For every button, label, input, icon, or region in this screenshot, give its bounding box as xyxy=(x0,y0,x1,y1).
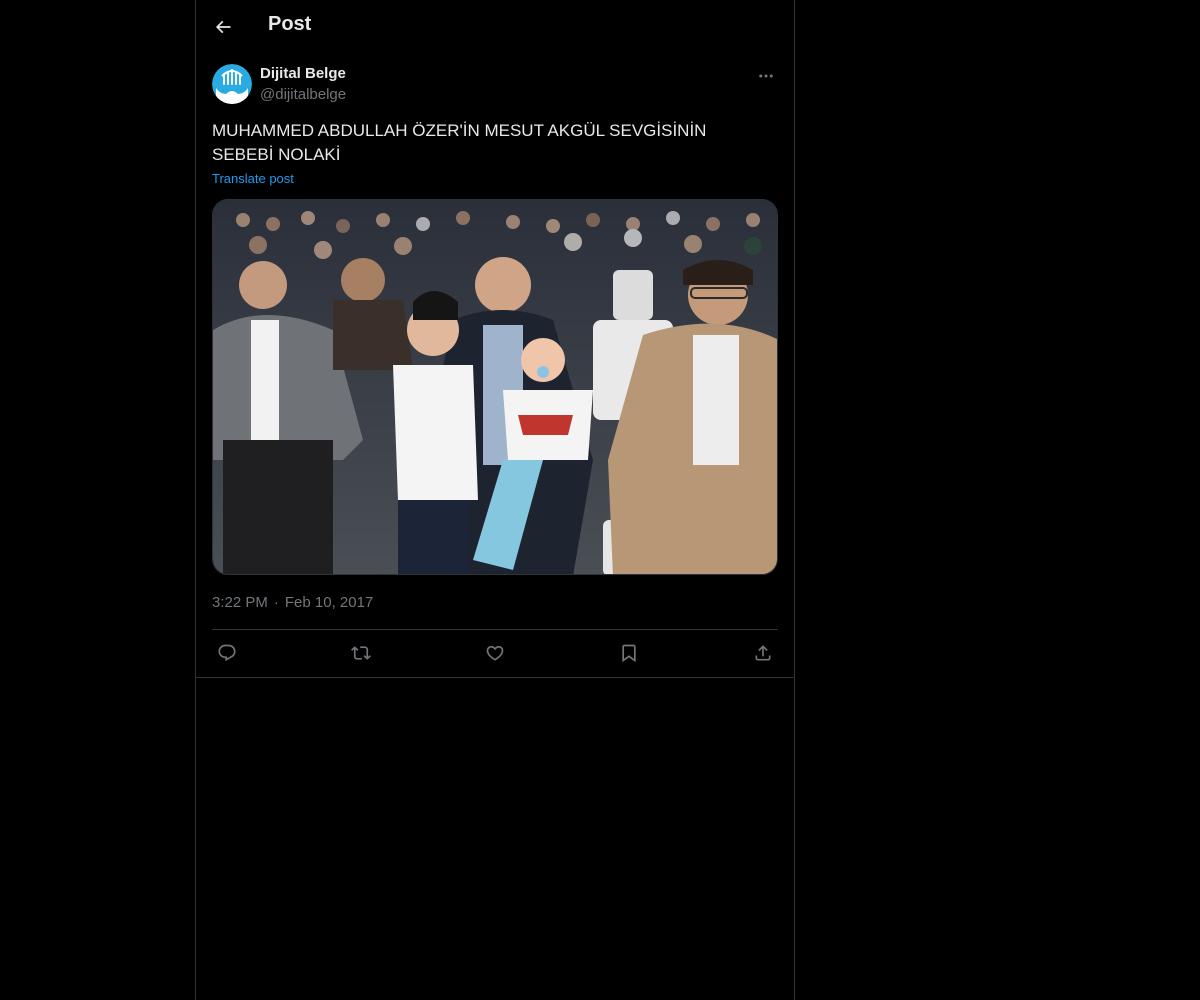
bookmark-icon xyxy=(622,644,636,663)
author-handle[interactable]: @dijitalbelge xyxy=(260,86,346,103)
repost-button[interactable] xyxy=(346,638,376,668)
dijital-belge-logo-icon xyxy=(212,64,252,104)
translate-post-link[interactable]: Translate post xyxy=(212,171,294,186)
like-button[interactable] xyxy=(480,638,510,668)
bookmark-button[interactable] xyxy=(614,638,644,668)
arrow-left-icon xyxy=(215,20,231,34)
post-photo[interactable] xyxy=(212,199,778,575)
separator-dot: · xyxy=(273,594,279,611)
page-title: Post xyxy=(268,13,312,35)
post-date[interactable]: Feb 10, 2017 xyxy=(285,594,373,611)
post-bottom-border xyxy=(196,677,794,678)
back-button[interactable] xyxy=(206,10,240,44)
reply-button[interactable] xyxy=(212,638,242,668)
more-horizontal-icon xyxy=(759,74,773,78)
share-icon xyxy=(755,645,771,661)
reply-icon xyxy=(218,644,236,662)
divider xyxy=(212,629,778,630)
avatar[interactable] xyxy=(212,64,252,104)
post-author: Dijital Belge @dijitalbelge xyxy=(212,64,778,108)
more-options-button[interactable] xyxy=(754,64,778,88)
author-display-name[interactable]: Dijital Belge xyxy=(260,65,346,82)
repost-icon xyxy=(351,646,371,660)
post-actions-bar xyxy=(212,638,778,668)
heart-icon xyxy=(486,645,504,661)
post-timestamp: 3:22 PM · Feb 10, 2017 xyxy=(212,594,373,611)
post-text: MUHAMMED ABDULLAH ÖZER'İN MESUT AKGÜL SE… xyxy=(212,121,707,164)
photo-image xyxy=(213,200,777,574)
post-header: Post xyxy=(196,0,794,53)
post-column: Post Dijital Belge @dijitalbelge MUHAMME… xyxy=(195,0,795,1000)
post-time[interactable]: 3:22 PM xyxy=(212,594,268,611)
share-button[interactable] xyxy=(748,638,778,668)
